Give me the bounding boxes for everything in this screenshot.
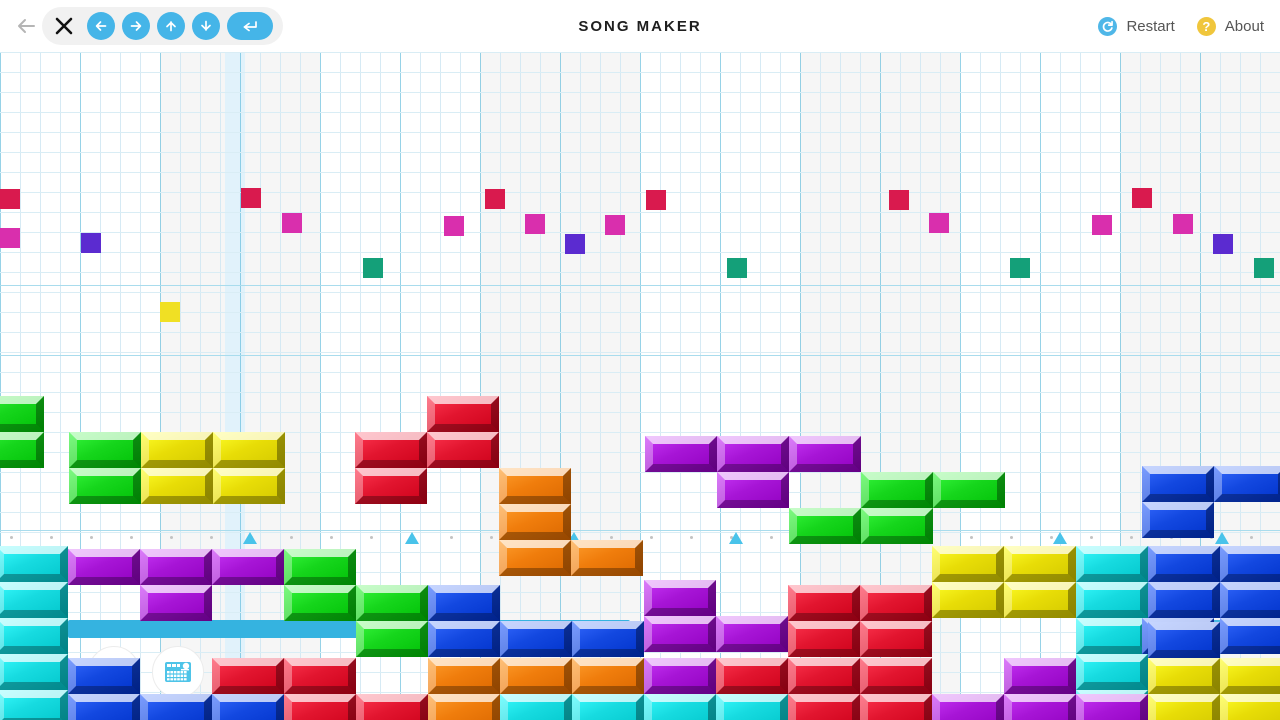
keyboard-nav-pill bbox=[42, 7, 283, 45]
instrument-button[interactable] bbox=[88, 646, 140, 698]
arrow-right-icon[interactable] bbox=[122, 12, 150, 40]
midi-keyboard-button[interactable] bbox=[152, 646, 204, 698]
arrow-left-icon[interactable] bbox=[87, 12, 115, 40]
about-label: About bbox=[1224, 17, 1264, 35]
restart-icon bbox=[1098, 16, 1118, 36]
question-glyph: ? bbox=[1202, 18, 1211, 34]
top-right-actions: Restart ? About bbox=[1098, 0, 1264, 52]
restart-label: Restart bbox=[1126, 17, 1175, 35]
tempo-slider-track-right[interactable] bbox=[1140, 620, 1280, 630]
arrow-up-icon[interactable] bbox=[157, 12, 185, 40]
about-button[interactable]: ? About bbox=[1196, 16, 1264, 36]
top-bar: SONG MAKER Restart ? About bbox=[0, 0, 1280, 52]
arrow-down-icon[interactable] bbox=[192, 12, 220, 40]
back-arrow-icon[interactable] bbox=[14, 14, 38, 38]
question-icon: ? bbox=[1196, 16, 1216, 36]
enter-key-icon[interactable] bbox=[227, 12, 273, 40]
restart-button[interactable]: Restart bbox=[1098, 16, 1175, 36]
bottom-controls bbox=[0, 0, 1280, 720]
tempo-slider-track[interactable] bbox=[68, 620, 630, 638]
close-icon[interactable] bbox=[48, 10, 80, 42]
song-maker-app: SONG MAKER Restart ? About bbox=[0, 0, 1280, 720]
midi-keyboard-icon bbox=[165, 662, 191, 682]
